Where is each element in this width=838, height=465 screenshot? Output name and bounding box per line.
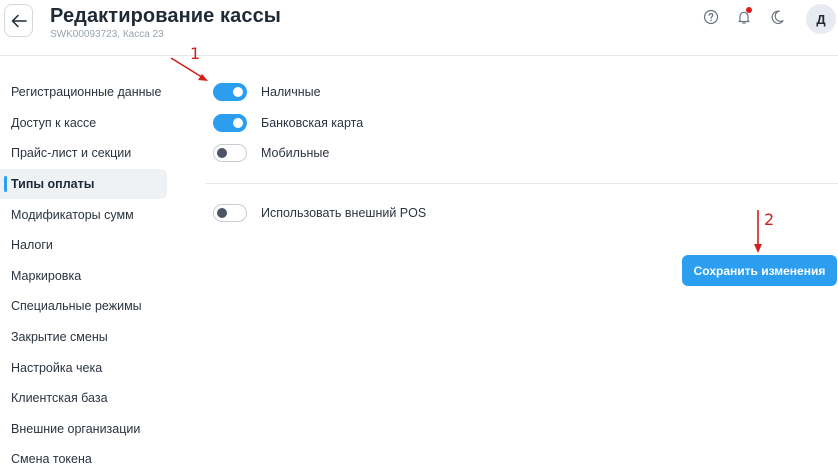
- moon-icon: [771, 10, 784, 25]
- help-button[interactable]: [699, 6, 723, 28]
- sidebar-item-price-list[interactable]: Прайс-лист и секции: [0, 138, 170, 169]
- save-changes-button[interactable]: Сохранить изменения: [682, 255, 837, 286]
- sidebar-item-external-organizations[interactable]: Внешние организации: [0, 414, 170, 445]
- sidebar-item-token-change[interactable]: Смена токена: [0, 444, 170, 465]
- sidebar-item-registration[interactable]: Регистрационные данные: [0, 77, 170, 108]
- cash-toggle-label: Наличные: [261, 85, 321, 99]
- header-divider: [0, 55, 838, 56]
- toggle-knob: [233, 118, 243, 128]
- external-pos-toggle[interactable]: [213, 204, 247, 222]
- page-subtitle: SWK00093723, Касса 23: [50, 29, 164, 40]
- sidebar-item-shift-closing[interactable]: Закрытие смены: [0, 322, 170, 353]
- sidebar-item-payment-types[interactable]: Типы оплаты: [0, 168, 167, 200]
- sidebar-item-receipt-settings[interactable]: Настройка чека: [0, 352, 170, 383]
- bank-card-toggle-label: Банковская карта: [261, 116, 364, 130]
- theme-toggle-button[interactable]: [765, 6, 789, 28]
- back-button[interactable]: [4, 4, 33, 37]
- sidebar-nav: Регистрационные данные Доступ к кассе Пр…: [0, 77, 170, 465]
- mobile-toggle[interactable]: [213, 144, 247, 162]
- payment-type-row-mobile: Мобильные: [213, 143, 329, 163]
- arrow-left-icon: [11, 14, 27, 27]
- avatar[interactable]: Д: [806, 4, 836, 34]
- payment-type-row-cash: Наличные: [213, 82, 321, 102]
- payment-type-row-card: Банковская карта: [213, 113, 363, 133]
- annotation-arrow-2: [754, 210, 762, 253]
- annotation-number-2: 2: [764, 210, 775, 229]
- page-title: Редактирование кассы: [50, 5, 281, 27]
- content-divider: [205, 183, 838, 184]
- external-pos-row: Использовать внешний POS: [213, 203, 426, 223]
- sidebar-item-special-modes[interactable]: Специальные режимы: [0, 291, 170, 322]
- notification-dot: [746, 7, 752, 13]
- sidebar-item-taxes[interactable]: Налоги: [0, 230, 170, 261]
- mobile-toggle-label: Мобильные: [261, 146, 330, 160]
- toggle-knob: [217, 208, 227, 218]
- annotation-number-1: 1: [190, 44, 201, 63]
- bank-card-toggle[interactable]: [213, 114, 247, 132]
- toggle-knob: [233, 87, 243, 97]
- sidebar-item-register-access[interactable]: Доступ к кассе: [0, 108, 170, 139]
- question-circle-icon: [703, 9, 719, 25]
- sidebar-item-client-base[interactable]: Клиентская база: [0, 383, 170, 414]
- toggle-knob: [217, 148, 227, 158]
- sidebar-item-marking[interactable]: Маркировка: [0, 261, 170, 292]
- cash-toggle[interactable]: [213, 83, 247, 101]
- external-pos-toggle-label: Использовать внешний POS: [261, 206, 427, 220]
- notifications-button[interactable]: [732, 6, 756, 28]
- sidebar-item-amount-modifiers[interactable]: Модификаторы сумм: [0, 199, 170, 230]
